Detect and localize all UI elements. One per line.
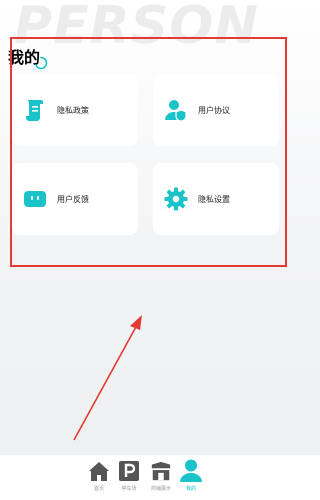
user-agreement-card[interactable]: 用户协议 — [153, 74, 279, 146]
tab-storefront[interactable]: 商铺展示 — [146, 459, 176, 492]
storefront-icon — [150, 459, 172, 483]
user-shield-icon — [162, 96, 190, 124]
parking-icon — [118, 459, 140, 483]
gear-icon — [162, 185, 190, 213]
home-icon — [88, 459, 110, 483]
user-agreement-label: 用户协议 — [198, 105, 230, 115]
privacy-settings-card[interactable]: 隐私设置 — [153, 163, 279, 235]
bottom-tab-bar: 首页 停车场 商铺展示 我的 — [0, 455, 298, 500]
person-icon — [180, 459, 202, 483]
privacy-settings-label: 隐私设置 — [198, 194, 230, 204]
tab-home-label: 首页 — [93, 486, 104, 492]
tab-mine-label: 我的 — [185, 486, 196, 492]
tab-parking[interactable]: 停车场 — [114, 459, 144, 492]
loading-spinner-icon — [35, 56, 48, 70]
user-feedback-label: 用户反馈 — [57, 194, 89, 204]
tab-parking-label: 停车场 — [121, 486, 137, 492]
tab-mine[interactable]: 我的 — [176, 459, 206, 492]
tab-home[interactable]: 首页 — [84, 459, 114, 492]
header-watermark: PERSON — [14, 0, 259, 56]
privacy-policy-card[interactable]: 隐私政策 — [12, 74, 138, 146]
robot-face-icon — [21, 185, 49, 213]
tab-storefront-label: 商铺展示 — [150, 486, 171, 492]
privacy-policy-label: 隐私政策 — [57, 105, 89, 115]
scroll-icon — [21, 96, 49, 124]
user-feedback-card[interactable]: 用户反馈 — [12, 163, 138, 235]
